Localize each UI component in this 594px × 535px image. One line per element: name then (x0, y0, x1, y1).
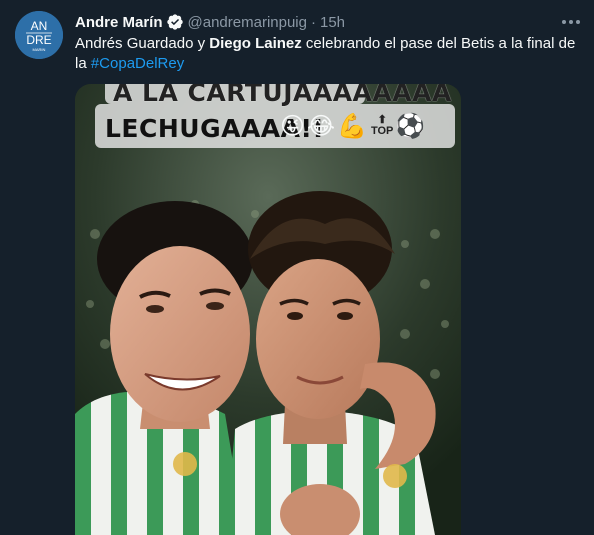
tweet-text-mention: Diego Lainez (209, 35, 302, 52)
tweet-text-part1: Andrés Guardado y (75, 35, 210, 52)
tweet-header: Andre Marín @andremarinpuig · 15h (75, 11, 345, 33)
caption-line-1: A LA CARTUJAAAAAAAA (113, 84, 452, 107)
winking-tongue-emoji-icon: 😜 (280, 112, 306, 140)
svg-text:DRE: DRE (26, 33, 51, 47)
tweet[interactable]: AN DRE MARIN Andre Marín @andremarinpuig… (0, 0, 594, 535)
separator-dot: · (310, 13, 316, 31)
tears-of-joy-emoji-icon: 😂 (307, 112, 336, 140)
tweet-media-image[interactable]: A LA CARTUJAAAAAAAA LECHUGAAAA!! 😜 😂 💪 ⬆… (75, 84, 461, 535)
soccer-ball-emoji-icon: ⚽ (395, 112, 426, 140)
caption-emojis: 😜 😂 💪 ⬆ TOP ⚽ (280, 112, 425, 140)
svg-text:AN: AN (31, 19, 48, 33)
verified-badge-icon (166, 13, 184, 31)
svg-text:MARIN: MARIN (33, 47, 46, 52)
timestamp[interactable]: 15h (320, 14, 345, 31)
hashtag-link[interactable]: #CopaDelRey (91, 55, 184, 72)
tweet-text: Andrés Guardado y Diego Lainez celebrand… (75, 34, 580, 74)
top-arrow-icon: ⬆ TOP (371, 115, 393, 137)
photo-illustration (75, 84, 461, 535)
author-name[interactable]: Andre Marín (75, 14, 163, 31)
avatar-logo: AN DRE MARIN (15, 11, 63, 59)
author-handle[interactable]: @andremarinpuig (188, 14, 307, 31)
top-label: TOP (370, 125, 394, 137)
flexed-biceps-emoji-icon: 💪 (337, 112, 367, 140)
avatar[interactable]: AN DRE MARIN (15, 11, 63, 59)
more-icon[interactable] (560, 12, 582, 32)
